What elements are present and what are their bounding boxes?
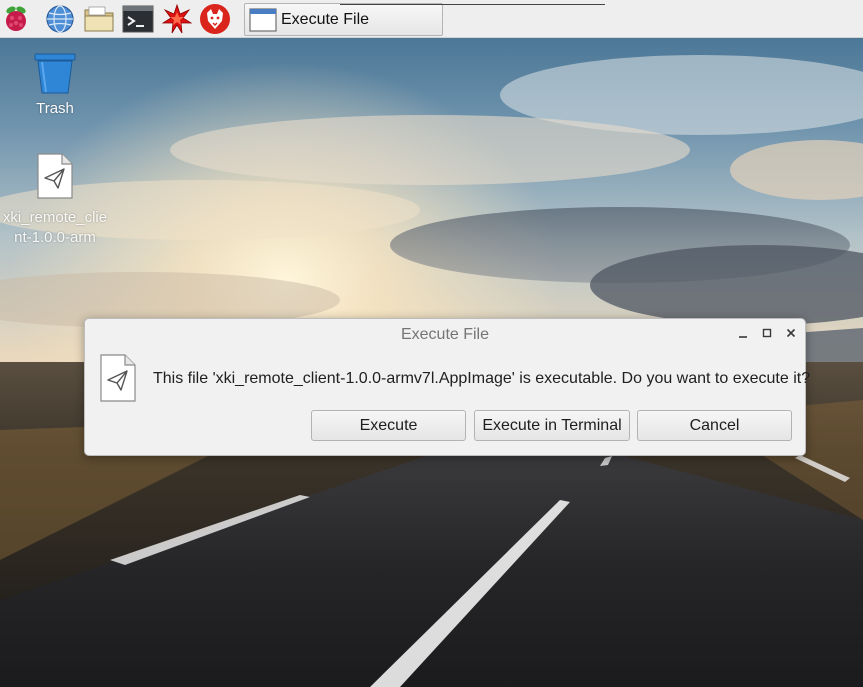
execute-button[interactable]: Execute: [311, 410, 466, 441]
desktop-icon-label: Trash: [36, 100, 74, 117]
folder-icon: [84, 6, 114, 32]
terminal-launcher[interactable]: [122, 3, 154, 35]
trash-icon: [34, 53, 76, 94]
document-send-icon: [37, 153, 73, 199]
minimize-icon: [739, 336, 747, 338]
globe-icon: [46, 5, 74, 33]
wolfram-launcher[interactable]: [199, 3, 231, 35]
close-icon: [786, 328, 796, 338]
close-button[interactable]: [783, 325, 799, 341]
dialog-message: This file 'xki_remote_client-1.0.0-armv7…: [153, 370, 811, 387]
cancel-button[interactable]: Cancel: [637, 410, 792, 441]
raspberry-icon: [6, 6, 26, 31]
execute-in-terminal-button[interactable]: Execute in Terminal: [474, 410, 630, 441]
mathematica-launcher[interactable]: [161, 3, 193, 35]
mathematica-icon: [162, 4, 192, 34]
files-launcher[interactable]: [83, 3, 115, 35]
minimize-button[interactable]: [735, 325, 751, 341]
wolfram-icon: [200, 4, 230, 34]
execute-file-dialog: Execute File This file 'xki_remote_clien…: [84, 318, 810, 456]
window-icon: [249, 7, 277, 32]
dialog-titlebar[interactable]: Execute File: [85, 319, 805, 349]
desktop-icon-trash[interactable]: Trash: [25, 52, 85, 117]
browser-launcher[interactable]: [44, 3, 76, 35]
desktop-screen: Execute File Trash xki_remote_client-1.0…: [0, 0, 863, 687]
maximize-icon: [762, 328, 772, 338]
panel-divider: [340, 4, 605, 5]
terminal-icon: [122, 5, 154, 33]
dialog-title: Execute File: [400, 326, 490, 343]
maximize-button[interactable]: [759, 325, 775, 341]
taskbar-window-label: Execute File: [281, 10, 370, 28]
taskbar-window-button[interactable]: Execute File: [244, 3, 443, 36]
desktop-icon-label: xki_remote_client-1.0.0-arm: [2, 209, 108, 246]
document-send-icon: [100, 354, 136, 402]
menu-button[interactable]: [0, 3, 32, 35]
top-panel: Execute File: [0, 0, 863, 38]
desktop-icon-appimage[interactable]: xki_remote_client-1.0.0-arm: [0, 152, 110, 248]
